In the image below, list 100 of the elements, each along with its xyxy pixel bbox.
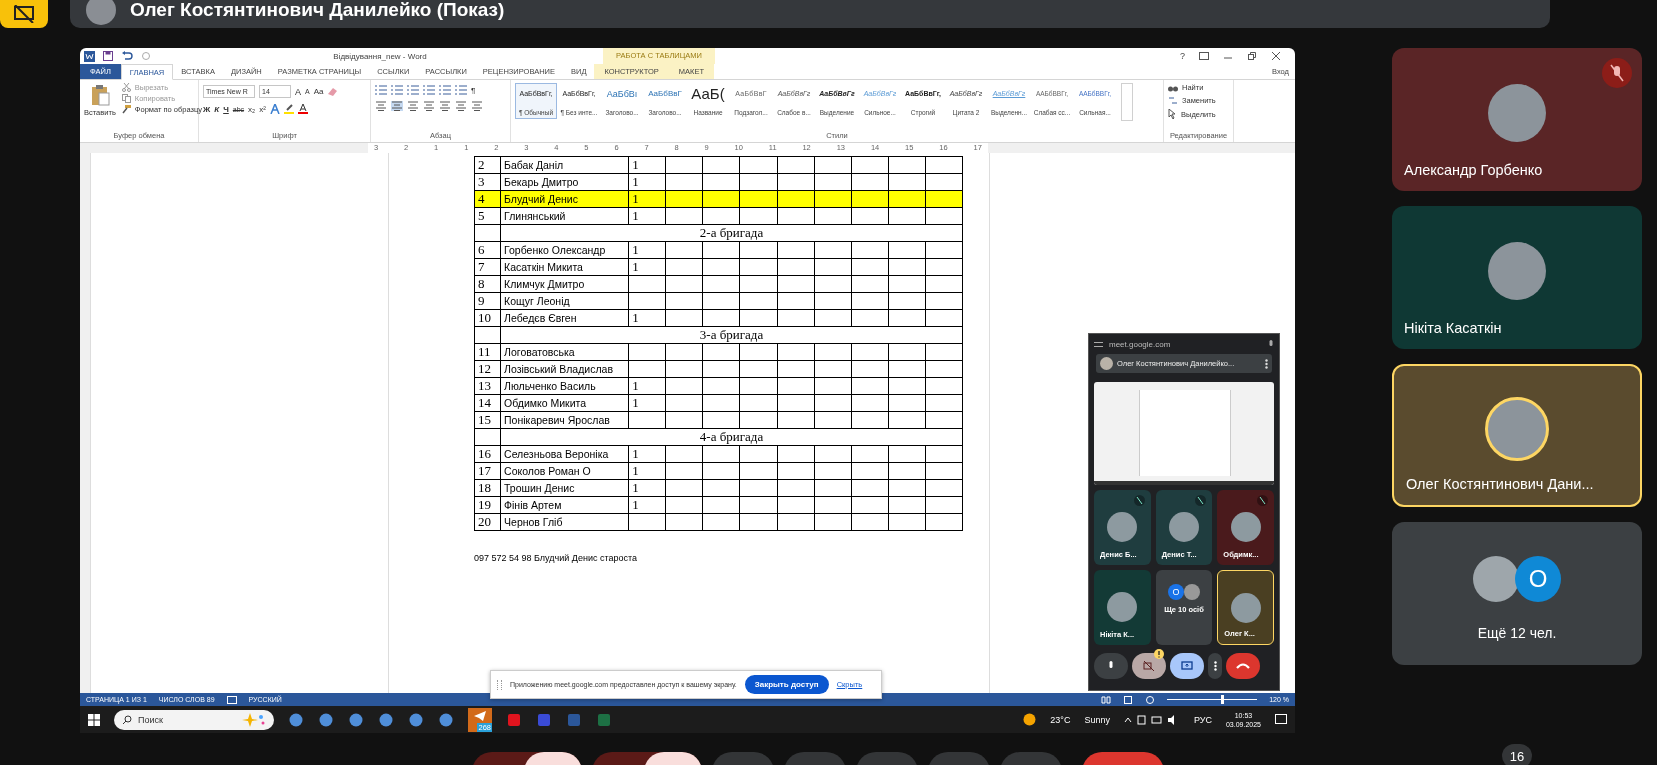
table-cell — [665, 309, 703, 327]
present-screen-icon — [1181, 661, 1193, 671]
table-cell: 7 — [474, 258, 501, 276]
table-cell — [665, 207, 703, 225]
print-layout-icon[interactable] — [1123, 695, 1134, 704]
table-cell — [851, 394, 889, 412]
table-cell — [628, 513, 666, 531]
table-cell: 2-а бригада — [500, 224, 963, 242]
table-cell — [702, 173, 740, 191]
stop-sharing-button[interactable]: Закрыть доступ — [744, 675, 829, 694]
table-cell — [702, 496, 740, 514]
table-cell — [925, 173, 963, 191]
text-effects-icon[interactable] — [269, 104, 280, 114]
leave-call-button[interactable] — [1226, 653, 1260, 679]
notifications-icon[interactable] — [1275, 713, 1287, 726]
table-cell — [777, 462, 815, 480]
justify-icon[interactable] — [423, 101, 435, 111]
microphone-icon[interactable] — [1268, 339, 1274, 349]
participant-name: Нікіта Касаткін — [1404, 320, 1502, 336]
sun-icon — [1023, 713, 1037, 726]
participant-tile[interactable]: О Ещё 12 чел. — [1392, 522, 1642, 665]
table-cell — [740, 343, 778, 361]
table-cell — [814, 258, 852, 276]
tune-icon[interactable] — [1094, 340, 1103, 348]
search-field[interactable]: Поиск — [114, 709, 274, 730]
table-cell — [740, 394, 778, 412]
table-cell — [702, 207, 740, 225]
table-cell — [851, 309, 889, 327]
table-cell: 19 — [474, 496, 501, 514]
web-layout-icon[interactable] — [1145, 695, 1156, 704]
present-screen-button[interactable] — [1170, 653, 1204, 679]
table-cell — [740, 156, 778, 174]
drag-handle[interactable] — [497, 679, 502, 690]
italic-button[interactable]: К — [214, 104, 220, 114]
page-url: meet.google.com — [1109, 339, 1172, 349]
table-cell — [888, 513, 926, 531]
restore-icon[interactable] — [1247, 52, 1257, 60]
help-button[interactable]: ? — [1180, 51, 1185, 61]
table-cell: 9 — [474, 292, 501, 310]
camera-off-button[interactable] — [1132, 653, 1166, 679]
table-cell — [814, 156, 852, 174]
grow-font-button[interactable]: A — [295, 86, 301, 97]
avatar-photo — [1230, 512, 1261, 542]
show-marks-button[interactable]: ¶ — [471, 85, 476, 95]
undo-icon[interactable] — [121, 51, 133, 61]
hang-up-icon — [1236, 663, 1250, 669]
input-language[interactable]: РУС — [1193, 714, 1212, 725]
superscript-button[interactable]: x² — [259, 104, 266, 114]
table-cell: 1 — [628, 394, 666, 412]
read-mode-icon[interactable] — [1101, 695, 1112, 704]
table-cell — [702, 309, 740, 327]
change-case-button[interactable]: Aa — [313, 87, 324, 96]
stop-presenting-button[interactable] — [0, 0, 48, 28]
ribbon-display-icon[interactable] — [1199, 52, 1209, 60]
table-cell — [777, 292, 815, 310]
font-color-icon[interactable] — [297, 104, 308, 114]
table-cell — [777, 275, 815, 293]
microphone-button[interactable] — [1094, 653, 1128, 679]
table-cell — [740, 275, 778, 293]
warning-icon — [1154, 649, 1164, 659]
participant-tile[interactable]: Александр Горбенко — [1392, 48, 1642, 191]
table-cell — [702, 156, 740, 174]
save-icon[interactable] — [103, 51, 113, 61]
more-options-button[interactable] — [1208, 653, 1222, 679]
table-cell — [814, 360, 852, 378]
table-cell — [702, 377, 740, 395]
table-cell — [814, 513, 852, 531]
bold-button[interactable]: Ж — [203, 104, 211, 114]
cursor-icon — [1168, 109, 1177, 119]
table-cell — [888, 360, 926, 378]
table-cell: Глинянський — [500, 207, 629, 225]
align-left-icon[interactable] — [375, 101, 387, 111]
underline-button[interactable]: Ч — [223, 104, 229, 114]
table-cell — [740, 377, 778, 395]
table-cell — [702, 275, 740, 293]
table-cell — [925, 513, 963, 531]
table-cell: Понікаревич Ярослав — [500, 411, 629, 429]
highlighter-icon[interactable] — [283, 104, 294, 114]
table-cell — [925, 156, 963, 174]
close-icon[interactable] — [1271, 52, 1281, 60]
table-cell — [925, 343, 963, 361]
subscript-button[interactable]: x₂ — [248, 104, 256, 114]
table-cell — [814, 377, 852, 395]
table-cell — [777, 513, 815, 531]
table-cell — [628, 292, 666, 310]
table-cell: 11 — [474, 343, 501, 361]
table-cell: 5 — [474, 207, 501, 225]
table-cell — [888, 156, 926, 174]
table-cell — [814, 394, 852, 412]
table-cell — [925, 411, 963, 429]
presenter-name: Олег Костянтинович Данилейко (Показ) — [130, 0, 505, 21]
participant-tile[interactable]: Нікіта Касаткін — [1392, 206, 1642, 349]
windows-start-icon[interactable] — [88, 713, 100, 726]
replace-icon — [1168, 96, 1178, 105]
table-cell — [888, 394, 926, 412]
align-center-icon[interactable] — [391, 101, 403, 111]
participant-tile[interactable]: Олег Костянтинович Дани... — [1392, 364, 1642, 507]
table-cell: 17 — [474, 462, 501, 480]
more-options-icon[interactable] — [1265, 358, 1268, 369]
table-cell: Соколов Роман О — [500, 462, 629, 480]
